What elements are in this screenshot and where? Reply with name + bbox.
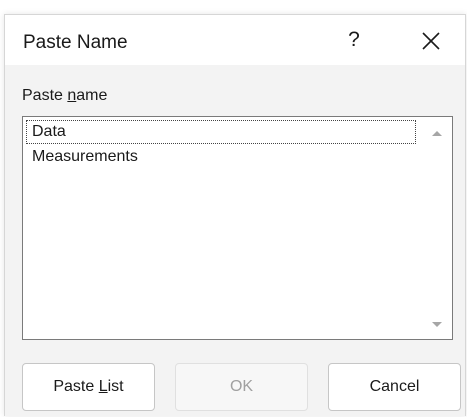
paste-name-label-accelerator: n: [67, 87, 77, 104]
paste-name-dialog: Paste Name ? Paste name Data Measurement…: [4, 14, 466, 416]
list-item-measurements[interactable]: Measurements: [26, 145, 416, 169]
names-listbox[interactable]: Data Measurements: [22, 116, 453, 340]
paste-list-label-suffix: ist: [107, 378, 124, 395]
dialog-title: Paste Name: [23, 32, 128, 53]
scroll-down-arrow-icon[interactable]: [432, 322, 442, 327]
cancel-button[interactable]: Cancel: [328, 363, 461, 411]
paste-list-label-accelerator: L: [98, 378, 108, 395]
paste-name-label-suffix: ame: [76, 87, 108, 104]
paste-list-label-prefix: Paste: [53, 378, 99, 395]
title-bar: Paste Name ?: [5, 15, 465, 65]
close-icon: [422, 32, 440, 50]
close-button[interactable]: [417, 27, 445, 55]
paste-list-button[interactable]: Paste List: [22, 363, 155, 411]
help-button[interactable]: ?: [339, 23, 369, 57]
list-item-data[interactable]: Data: [26, 120, 416, 144]
listbox-scrollbar[interactable]: [422, 117, 452, 339]
scroll-up-arrow-icon[interactable]: [432, 131, 442, 136]
paste-name-label: Paste name: [22, 87, 107, 105]
ok-button[interactable]: OK: [175, 363, 308, 411]
paste-name-label-prefix: Paste: [22, 87, 68, 104]
